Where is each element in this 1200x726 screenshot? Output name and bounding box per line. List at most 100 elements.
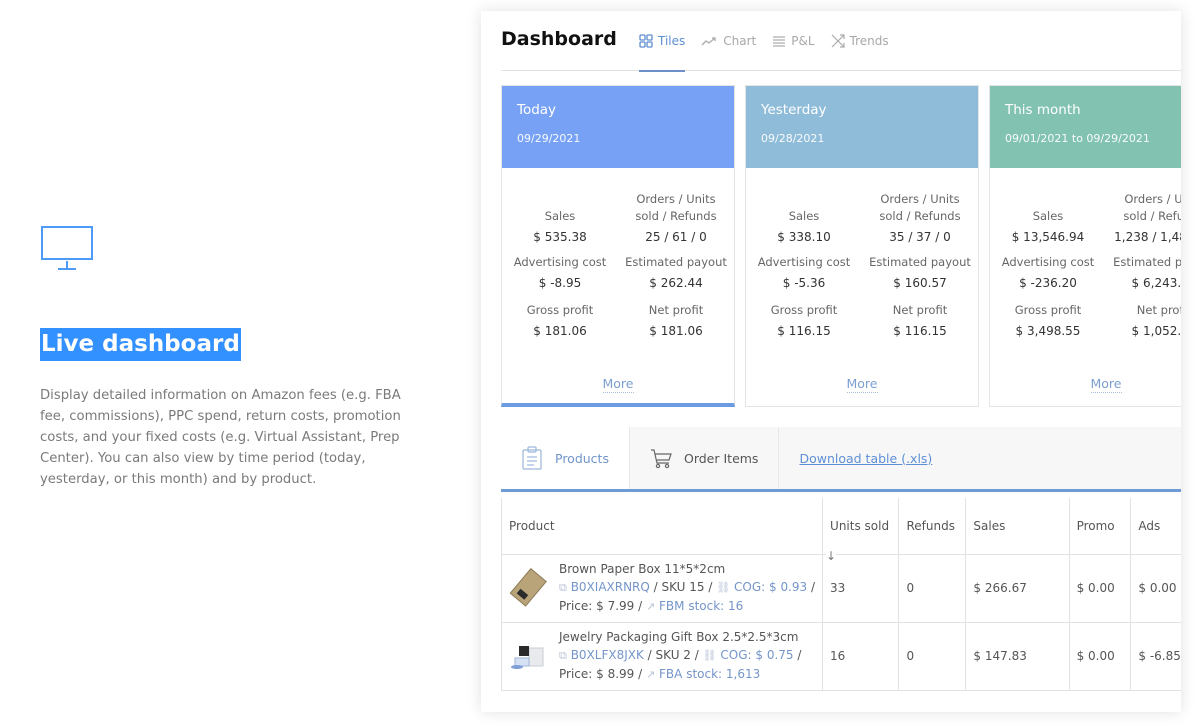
column-label: Units sold bbox=[830, 518, 890, 533]
copy-icon[interactable]: ⧉ bbox=[559, 581, 567, 594]
stock-trend-icon: ↗ bbox=[645, 668, 656, 681]
tab-chart[interactable]: Chart bbox=[701, 11, 756, 71]
orders-value: 1,238 / 1,481 / 0 bbox=[1114, 230, 1181, 244]
gross-label: Gross profit bbox=[770, 303, 838, 317]
column-header-sales[interactable]: Sales bbox=[965, 498, 1070, 555]
link-icon: ⛓ bbox=[716, 581, 731, 594]
sales-cell: $ 266.67 bbox=[965, 554, 1070, 623]
card-period: This month bbox=[1005, 102, 1081, 118]
sales-value: $ 535.38 bbox=[533, 230, 587, 244]
adcost-label: Advertising cost bbox=[513, 255, 607, 269]
product-name: Brown Paper Box 11*5*2cm bbox=[559, 562, 726, 576]
download-table-link[interactable]: Download table (.xls) bbox=[779, 427, 932, 489]
column-header-units-sold[interactable]: Units sold ↓ bbox=[822, 498, 900, 563]
product-cell: Jewelry Packaging Gift Box 2.5*2.5*3cm ⧉… bbox=[502, 622, 824, 691]
cog-link[interactable]: COG: $ 0.75 bbox=[720, 648, 793, 662]
gross-value: $ 181.06 bbox=[533, 324, 587, 338]
dashboard-title: Dashboard bbox=[501, 28, 617, 50]
column-header-product[interactable]: Product bbox=[502, 498, 824, 555]
cart-icon bbox=[650, 449, 672, 469]
gross-value: $ 3,498.55 bbox=[1015, 324, 1081, 338]
orders-value: 35 / 37 / 0 bbox=[889, 230, 951, 244]
feature-title: Live dashboard bbox=[40, 328, 241, 361]
dashboard-header: Dashboard Tiles Chart P&L Trends bbox=[501, 11, 1181, 72]
payout-value: $ 6,243.51 bbox=[1131, 276, 1181, 290]
sales-value: $ 338.10 bbox=[777, 230, 831, 244]
card-header: Yesterday 09/28/2021 bbox=[746, 86, 978, 168]
net-value: $ 1,052.55 bbox=[1131, 324, 1181, 338]
refunds-cell: 0 bbox=[898, 554, 967, 623]
units-sold-cell: 16 bbox=[822, 622, 900, 691]
payout-label: Estimated payout bbox=[869, 255, 971, 269]
product-name: Jewelry Packaging Gift Box 2.5*2.5*3cm bbox=[559, 630, 799, 644]
asin-link[interactable]: B0XIAXRNRQ bbox=[571, 580, 650, 594]
units-sold-cell: 33 bbox=[822, 554, 900, 623]
feature-section: Live dashboard Display detailed informat… bbox=[40, 225, 410, 490]
tab-label: Products bbox=[555, 450, 609, 466]
orders-label: Orders / Units sold / Refunds bbox=[879, 192, 961, 223]
stock-link[interactable]: FBA stock: 1,613 bbox=[659, 667, 760, 681]
card-today[interactable]: Today 09/29/2021 Sales $ 535.38 Orders / … bbox=[501, 85, 735, 407]
monitor-icon bbox=[40, 225, 94, 273]
tab-label: Order Items bbox=[683, 450, 759, 466]
adcost-value: $ -8.95 bbox=[538, 276, 582, 290]
sales-label: Sales bbox=[544, 209, 576, 223]
more-link[interactable]: More bbox=[1090, 376, 1122, 393]
more-link[interactable]: More bbox=[602, 376, 634, 393]
payout-label: Estimated payout bbox=[1113, 255, 1181, 269]
card-header: Today 09/29/2021 bbox=[502, 86, 734, 168]
shuffle-icon bbox=[831, 34, 845, 48]
net-label: Net profit bbox=[648, 303, 704, 317]
payout-label: Estimated payout bbox=[625, 255, 727, 269]
sales-value: $ 13,546.94 bbox=[1011, 230, 1085, 244]
tab-tiles[interactable]: Tiles bbox=[639, 11, 686, 72]
product-thumbnail bbox=[511, 646, 544, 669]
adcost-label: Advertising cost bbox=[757, 255, 851, 269]
stock-trend-icon: ↗ bbox=[645, 600, 656, 613]
product-cell: Brown Paper Box 11*5*2cm ⧉ B0XIAXRNRQ / … bbox=[502, 554, 824, 623]
copy-icon[interactable]: ⧉ bbox=[559, 649, 567, 662]
table-row[interactable]: Jewelry Packaging Gift Box 2.5*2.5*3cm ⧉… bbox=[502, 622, 1181, 691]
gross-value: $ 116.15 bbox=[777, 324, 831, 338]
adcost-label: Advertising cost bbox=[1001, 255, 1095, 269]
more-link[interactable]: More bbox=[846, 376, 878, 393]
view-tabs: Tiles Chart P&L Trends bbox=[639, 11, 905, 72]
tab-order-items[interactable]: Order Items bbox=[630, 427, 780, 489]
products-table: Product Units sold ↓ Refunds Sales Promo … bbox=[501, 498, 1181, 691]
card-this-month[interactable]: This month 09/01/2021 to 09/29/2021 Sale… bbox=[989, 85, 1181, 407]
grid-icon bbox=[639, 34, 653, 48]
sku: SKU 2 bbox=[655, 648, 691, 662]
feature-description: Display detailed information on Amazon f… bbox=[40, 388, 401, 487]
tab-trends[interactable]: Trends bbox=[831, 11, 889, 71]
orders-value: 25 / 61 / 0 bbox=[645, 230, 707, 244]
table-row[interactable]: Brown Paper Box 11*5*2cm ⧉ B0XIAXRNRQ / … bbox=[502, 554, 1181, 623]
column-header-promo[interactable]: Promo bbox=[1069, 498, 1132, 555]
refunds-cell: 0 bbox=[898, 622, 967, 691]
trend-line-icon bbox=[701, 37, 716, 46]
card-yesterday[interactable]: Yesterday 09/28/2021 Sales $ 338.10 Order… bbox=[745, 85, 979, 407]
column-header-ads[interactable]: Ads bbox=[1130, 498, 1181, 555]
table-header-row: Product Units sold ↓ Refunds Sales Promo … bbox=[502, 498, 1181, 563]
card-date: 09/29/2021 bbox=[517, 132, 581, 145]
dashboard-panel: Dashboard Tiles Chart P&L Trends Today 0… bbox=[481, 11, 1181, 712]
net-value: $ 116.15 bbox=[893, 324, 947, 338]
asin-link[interactable]: B0XLFX8JXK bbox=[571, 648, 644, 662]
column-header-refunds[interactable]: Refunds bbox=[898, 498, 967, 555]
promo-cell: $ 0.00 bbox=[1069, 622, 1132, 691]
sales-label: Sales bbox=[788, 209, 820, 223]
tab-label: Tiles bbox=[658, 34, 686, 48]
tab-pnl[interactable]: P&L bbox=[772, 11, 815, 71]
sort-arrow-icon: ↓ bbox=[826, 548, 837, 563]
stock-link[interactable]: FBM stock: 16 bbox=[659, 599, 743, 613]
sales-label: Sales bbox=[1032, 209, 1064, 223]
payout-value: $ 160.57 bbox=[893, 276, 947, 290]
gross-label: Gross profit bbox=[1014, 303, 1082, 317]
price: Price: $ 7.99 bbox=[559, 599, 635, 613]
tab-products[interactable]: Products bbox=[501, 427, 630, 489]
net-value: $ 181.06 bbox=[649, 324, 703, 338]
card-date: 09/28/2021 bbox=[761, 132, 825, 145]
sku: SKU 15 bbox=[661, 580, 705, 594]
orders-label: Orders / Units sold / Refunds bbox=[635, 192, 717, 223]
tab-label: Trends bbox=[849, 34, 889, 48]
cog-link[interactable]: COG: $ 0.93 bbox=[734, 580, 807, 594]
